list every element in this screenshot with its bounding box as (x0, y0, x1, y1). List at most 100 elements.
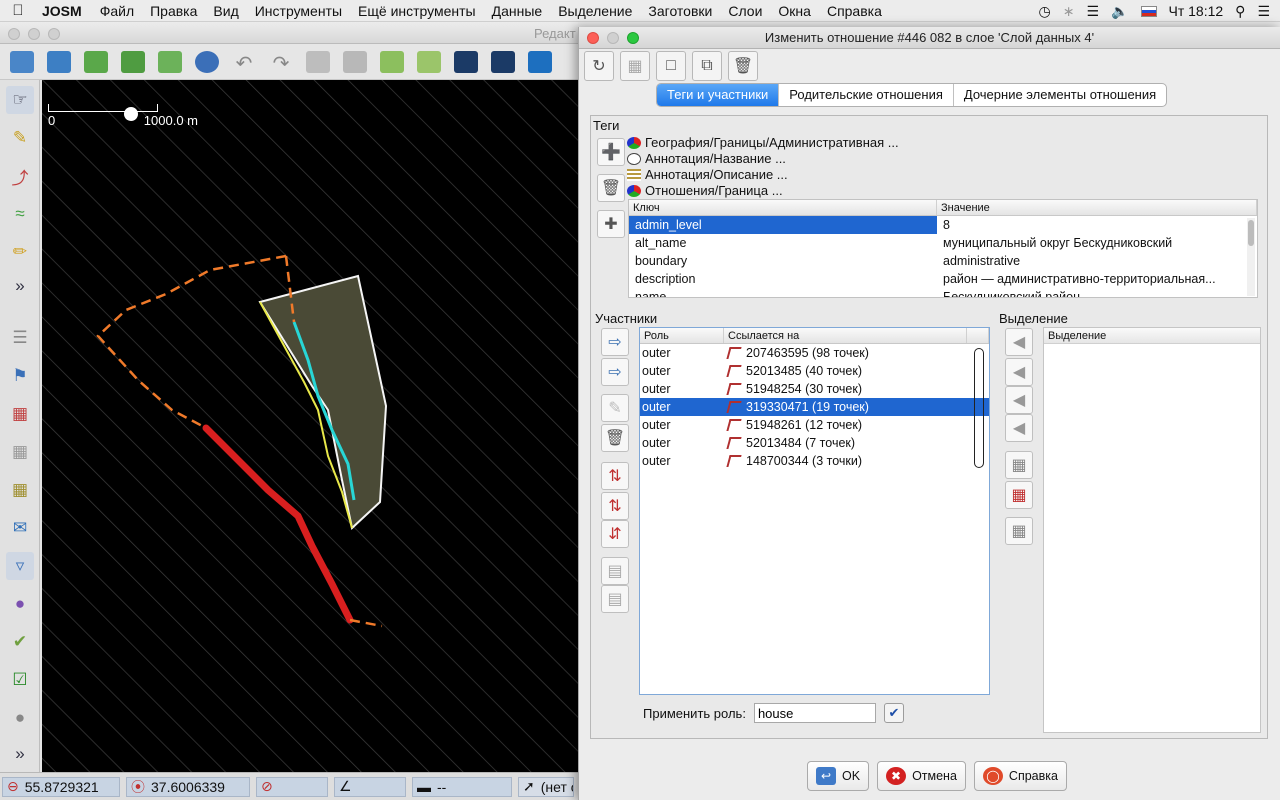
tag-table-scrollbar[interactable] (1247, 218, 1255, 296)
column-role[interactable]: Роль (640, 328, 724, 343)
tag-value[interactable]: район — административно-территориальная.… (937, 270, 1257, 288)
member-role[interactable]: outer (640, 362, 724, 380)
member-role[interactable]: outer (640, 380, 724, 398)
delete-relation-icon[interactable]: 🗑 (728, 51, 758, 81)
move-down-button[interactable]: ⇅ (601, 492, 629, 520)
apple-menu-icon[interactable]:  (0, 2, 36, 19)
member-ref[interactable]: 52013485 (40 точек) (746, 362, 862, 380)
member-ref[interactable]: 148700344 (3 точки) (746, 452, 862, 470)
wifi-icon[interactable]: ☰ (1087, 3, 1100, 20)
draw-tool-icon[interactable]: ✎ (6, 124, 34, 152)
member-row[interactable]: outer 51948261 (12 точек) (640, 416, 989, 434)
member-ref[interactable]: 51948254 (30 точек) (746, 380, 862, 398)
volume-icon[interactable]: 🔈 (1111, 3, 1128, 20)
member-row[interactable]: outer 319330471 (19 точек) (640, 398, 989, 416)
notification-center-icon[interactable]: ☰ (1257, 3, 1270, 20)
tag-value[interactable]: 8 (937, 216, 1257, 234)
member-row[interactable]: outer 148700344 (3 точки) (640, 452, 989, 470)
menu-help[interactable]: Справка (819, 3, 890, 19)
sort-members-button[interactable]: ▤ (601, 557, 629, 585)
upload-button[interactable] (154, 47, 186, 77)
menu-selection[interactable]: Выделение (550, 3, 640, 19)
wms-tms-button[interactable] (376, 47, 408, 77)
menu-edit[interactable]: Правка (142, 3, 205, 19)
app-menu[interactable]: JOSM (36, 3, 92, 19)
open-file-button[interactable] (6, 47, 38, 77)
member-role[interactable]: outer (640, 416, 724, 434)
save-button[interactable] (43, 47, 75, 77)
sort-selection-button[interactable]: ▦ (1005, 517, 1033, 545)
member-row[interactable]: outer 52013485 (40 точек) (640, 362, 989, 380)
cancel-button[interactable]: ✖ Отмена (877, 761, 966, 791)
help-button[interactable]: ◯ Справка (973, 761, 1067, 791)
add-selected-before-button[interactable]: ◀ (1005, 414, 1033, 442)
member-ref[interactable]: 51948261 (12 точек) (746, 416, 862, 434)
input-source-flag-icon[interactable] (1140, 5, 1157, 17)
globe-icon[interactable] (191, 47, 223, 77)
delete-tag-button[interactable]: 🗑 (597, 174, 625, 202)
tag-row[interactable]: admin_level 8 (629, 216, 1257, 234)
role-input[interactable] (753, 703, 876, 723)
menu-windows[interactable]: Окна (770, 3, 819, 19)
member-row[interactable]: outer 51948254 (30 точек) (640, 380, 989, 398)
member-role[interactable]: outer (640, 344, 724, 362)
menu-file[interactable]: Файл (92, 3, 142, 19)
validator-icon[interactable]: ✔ (6, 628, 34, 656)
member-row[interactable]: outer 207463595 (98 точек) (640, 344, 989, 362)
map-paint-icon[interactable]: ▦ (6, 476, 34, 504)
tag-row[interactable]: name Бескудниковский район (629, 288, 1257, 297)
member-role[interactable]: outer (640, 398, 724, 416)
dialog-close-button[interactable] (587, 32, 599, 44)
minimize-window-button[interactable] (28, 28, 40, 40)
paste-tags-button[interactable]: ✚ (597, 210, 625, 238)
imagery-button[interactable] (339, 47, 371, 77)
dialog-minimize-button[interactable] (607, 32, 619, 44)
preset-item-boundary[interactable]: Отношения/Граница ... (627, 183, 947, 199)
time-machine-icon[interactable]: ◷ (1039, 3, 1051, 20)
member-role[interactable]: outer (640, 434, 724, 452)
download-in-view-button[interactable] (117, 47, 149, 77)
column-value[interactable]: Значение (937, 200, 1257, 215)
tag-value[interactable]: administrative (937, 252, 1257, 270)
undo-button[interactable]: ↶ (228, 47, 260, 77)
column-key[interactable]: Ключ (629, 200, 937, 215)
tag-row[interactable]: boundary administrative (629, 252, 1257, 270)
changeset-icon[interactable]: ✉ (6, 514, 34, 542)
menu-presets[interactable]: Заготовки (640, 3, 720, 19)
select-members-icon[interactable]: □ (656, 51, 686, 81)
member-role[interactable]: outer (640, 452, 724, 470)
parallel-way-icon[interactable]: ≈ (6, 200, 34, 228)
apply-role-button[interactable]: ✔ (883, 703, 904, 723)
add-selected-after-button[interactable]: ◀ (1005, 386, 1033, 414)
preset-item-admin[interactable]: География/Границы/Административная ... (627, 135, 947, 151)
tag-value[interactable]: Бескудниковский район (937, 288, 1257, 297)
preferences-button[interactable] (302, 47, 334, 77)
zoom-window-button[interactable] (48, 28, 60, 40)
reverse-members-button[interactable]: ⇵ (601, 520, 629, 548)
search-icon[interactable] (413, 47, 445, 77)
member-ref[interactable]: 319330471 (19 точек) (746, 398, 869, 416)
relation-icon[interactable]: ▦ (6, 400, 34, 428)
add-selected-bottom-button[interactable]: ◀ (1005, 358, 1033, 386)
tab-parent-relations[interactable]: Родительские отношения (778, 84, 953, 106)
member-ref[interactable]: 52013484 (7 точек) (746, 434, 855, 452)
imagery-globe-icon[interactable]: ● (6, 704, 34, 732)
sort-below-button[interactable]: ▤ (601, 585, 629, 613)
refresh-icon[interactable]: ↻ (584, 51, 614, 81)
add-tag-button[interactable]: ➕ (597, 138, 625, 166)
edit-member-button[interactable]: ✎ (601, 394, 629, 422)
tag-key[interactable]: description (629, 270, 937, 288)
member-ref[interactable]: 207463595 (98 точек) (746, 344, 869, 362)
layer-button-a[interactable] (450, 47, 482, 77)
preset-item-description[interactable]: Аннотация/Описание ... (627, 167, 947, 183)
bing-icon[interactable] (524, 47, 556, 77)
history-icon[interactable]: ▦ (6, 438, 34, 466)
move-up-button[interactable]: ⇅ (601, 462, 629, 490)
select-in-list-button[interactable]: ▦ (1005, 481, 1033, 509)
map-canvas[interactable] (42, 80, 578, 792)
layer-button-b[interactable] (487, 47, 519, 77)
selection-list[interactable]: Выделение (1043, 327, 1261, 733)
member-row[interactable]: outer 52013484 (7 точек) (640, 434, 989, 452)
add-member-bottom-button[interactable]: ⇨ (601, 358, 629, 386)
add-member-top-button[interactable]: ⇨ (601, 328, 629, 356)
